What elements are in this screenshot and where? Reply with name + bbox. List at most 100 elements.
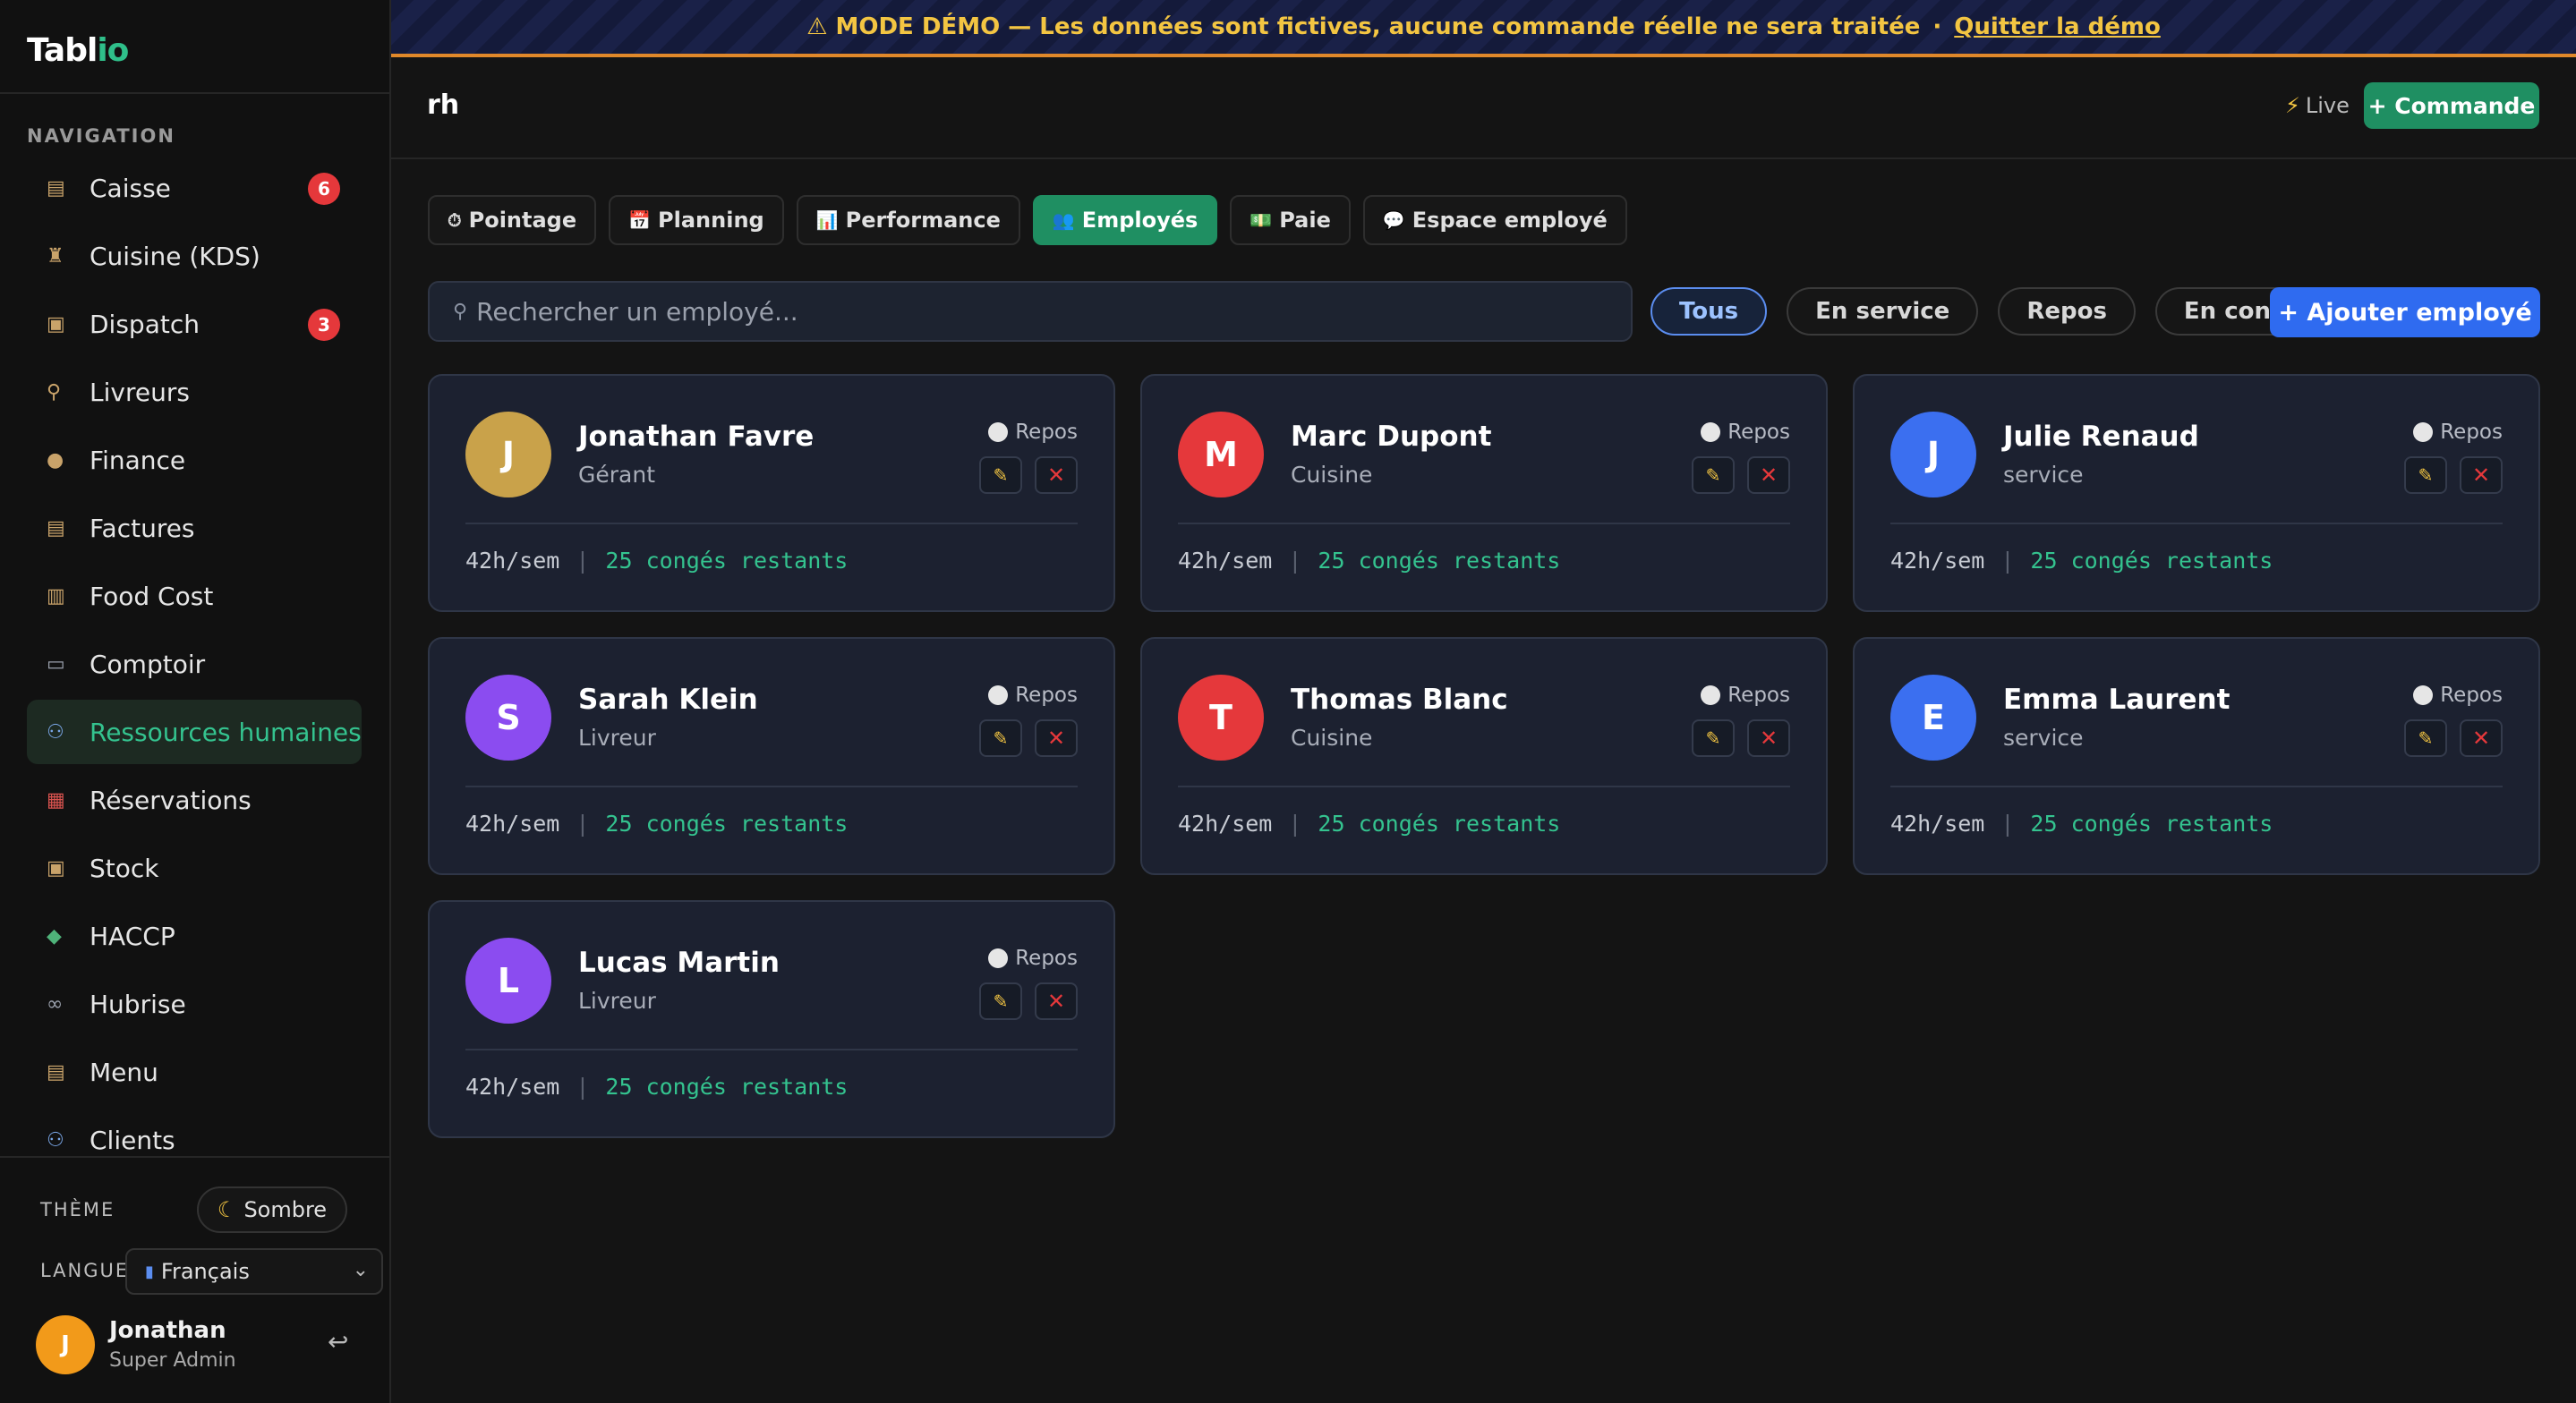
employee-card[interactable]: E Emma Laurent service Repos ✎ ✕ 42h/sem… xyxy=(1853,637,2540,875)
sidebar-item-label: Cuisine (KDS) xyxy=(90,241,260,271)
clipboard-icon: ▤ xyxy=(47,1060,65,1084)
sidebar-item-dispatch[interactable]: ▣ Dispatch 3 xyxy=(27,292,362,356)
edit-button[interactable]: ✎ xyxy=(979,719,1022,757)
sidebar-item-factures[interactable]: ▤ Factures xyxy=(27,496,362,560)
sidebar-item-label: Dispatch xyxy=(90,309,200,339)
logout-icon[interactable]: ↩ xyxy=(328,1327,348,1356)
sidebar-item-menu[interactable]: ▤ Menu xyxy=(27,1040,362,1104)
sidebar-item-comptoir[interactable]: ▭ Comptoir xyxy=(27,632,362,696)
sidebar-item-cuisine[interactable]: ♜ Cuisine (KDS) xyxy=(27,224,362,288)
employee-name: Marc Dupont xyxy=(1291,421,1492,453)
sidebar-item-caisse[interactable]: ▤ Caisse 6 xyxy=(27,156,362,220)
filter-en-service[interactable]: En service xyxy=(1787,287,1979,336)
edit-button[interactable]: ✎ xyxy=(2404,456,2447,494)
filter-repos[interactable]: Repos xyxy=(1998,287,2136,336)
filter-tous[interactable]: Tous xyxy=(1651,287,1768,336)
status-dot-icon xyxy=(2413,422,2434,442)
pencil-icon: ✎ xyxy=(1705,727,1721,749)
moneybag-icon: ● xyxy=(47,448,64,472)
status-badge: Repos xyxy=(2413,421,2503,444)
status-badge: Repos xyxy=(988,947,1078,970)
sidebar-item-label: Comptoir xyxy=(90,649,206,679)
quit-demo-link[interactable]: Quitter la démo xyxy=(1954,13,2161,40)
add-employee-button[interactable]: + Ajouter employé xyxy=(2270,287,2540,337)
theme-toggle-button[interactable]: ☾ Sombre xyxy=(197,1186,347,1233)
employee-role: Livreur xyxy=(578,988,656,1014)
close-icon: ✕ xyxy=(1046,726,1066,751)
separator: · xyxy=(1932,13,1942,40)
app-logo[interactable]: Tablio xyxy=(27,32,129,69)
sidebar-item-label: Clients xyxy=(90,1125,175,1153)
delete-button[interactable]: ✕ xyxy=(1747,456,1790,494)
employee-card[interactable]: S Sarah Klein Livreur Repos ✎ ✕ 42h/sem |… xyxy=(428,637,1115,875)
tab-label: Paie xyxy=(1279,208,1331,233)
divider xyxy=(465,786,1078,787)
status-dot-icon xyxy=(988,685,1009,705)
sidebar-item-haccp[interactable]: ◆ HACCP xyxy=(27,904,362,968)
sidebar-item-livreurs[interactable]: ⚲ Livreurs xyxy=(27,360,362,424)
language-select[interactable]: ▮ Français ⌄ xyxy=(125,1248,383,1295)
sidebar-item-finance[interactable]: ● Finance xyxy=(27,428,362,492)
edit-button[interactable]: ✎ xyxy=(1692,719,1735,757)
employee-card[interactable]: J Julie Renaud service Repos ✎ ✕ 42h/sem… xyxy=(1853,374,2540,612)
stopwatch-icon: ⏱ xyxy=(448,209,462,231)
tab-espace-employe[interactable]: 💬 Espace employé xyxy=(1362,195,1627,245)
sidebar-item-hubrise[interactable]: ∞ Hubrise xyxy=(27,972,362,1036)
new-command-button[interactable]: + Commande xyxy=(2364,82,2539,129)
people-icon: 👥 xyxy=(1052,209,1075,231)
employee-name: Thomas Blanc xyxy=(1291,684,1508,716)
edit-button[interactable]: ✎ xyxy=(979,456,1022,494)
delete-button[interactable]: ✕ xyxy=(1747,719,1790,757)
tab-label: Employés xyxy=(1081,208,1198,233)
moon-icon: ☾ xyxy=(217,1197,237,1222)
delete-button[interactable]: ✕ xyxy=(2460,456,2503,494)
avatar[interactable]: J xyxy=(36,1315,95,1374)
employee-card[interactable]: T Thomas Blanc Cuisine Repos ✎ ✕ 42h/sem… xyxy=(1140,637,1828,875)
page-header: rh ⚡ Live + Commande xyxy=(391,57,2576,159)
sidebar-item-label: Factures xyxy=(90,513,195,543)
employee-stats: 42h/sem | 25 congés restants xyxy=(1890,811,2273,837)
sidebar-item-ressources-humaines[interactable]: ⚇ Ressources humaines xyxy=(27,700,362,764)
employee-stats: 42h/sem | 25 congés restants xyxy=(465,548,849,574)
sidebar-item-food-cost[interactable]: ▥ Food Cost xyxy=(27,564,362,628)
employee-name: Lucas Martin xyxy=(578,947,780,979)
delete-button[interactable]: ✕ xyxy=(2460,719,2503,757)
edit-button[interactable]: ✎ xyxy=(1692,456,1735,494)
search-input[interactable]: ⚲ Rechercher un employé... xyxy=(428,281,1633,342)
tab-employes[interactable]: 👥 Employés xyxy=(1032,195,1218,245)
tab-bar: ⏱ Pointage 📅 Planning 📊 Performance 👥 Em… xyxy=(428,195,1627,245)
chevron-down-icon: ⌄ xyxy=(352,1259,369,1281)
close-icon: ✕ xyxy=(2471,726,2491,751)
tab-paie[interactable]: 💵 Paie xyxy=(1230,195,1351,245)
edit-button[interactable]: ✎ xyxy=(2404,719,2447,757)
divider xyxy=(1890,786,2503,787)
status-badge: Repos xyxy=(1701,421,1790,444)
tab-pointage[interactable]: ⏱ Pointage xyxy=(428,195,597,245)
employee-card[interactable]: L Lucas Martin Livreur Repos ✎ ✕ 42h/sem… xyxy=(428,900,1115,1138)
delete-button[interactable]: ✕ xyxy=(1035,719,1078,757)
language-value: Français xyxy=(160,1259,250,1284)
tab-performance[interactable]: 📊 Performance xyxy=(796,195,1020,245)
sidebar-item-clients[interactable]: ⚇ Clients xyxy=(27,1108,362,1153)
avatar: T xyxy=(1178,675,1264,761)
status-dot-icon xyxy=(2413,685,2434,705)
edit-button[interactable]: ✎ xyxy=(979,982,1022,1020)
banknote-icon: 💵 xyxy=(1250,209,1273,231)
sidebar-item-stock[interactable]: ▣ Stock xyxy=(27,836,362,900)
avatar: J xyxy=(1890,412,1976,497)
delete-button[interactable]: ✕ xyxy=(1035,456,1078,494)
delete-button[interactable]: ✕ xyxy=(1035,982,1078,1020)
employee-card[interactable]: M Marc Dupont Cuisine Repos ✎ ✕ 42h/sem |… xyxy=(1140,374,1828,612)
employee-role: service xyxy=(2003,725,2084,751)
close-icon: ✕ xyxy=(1759,463,1778,488)
chart-icon: 📊 xyxy=(815,209,839,231)
status-badge: Repos xyxy=(2413,684,2503,707)
language-label: LANGUE xyxy=(40,1260,130,1281)
divider xyxy=(1178,523,1790,524)
people-icon: ⚇ xyxy=(47,720,64,744)
sidebar-item-label: HACCP xyxy=(90,921,175,951)
sidebar-item-reservations[interactable]: ▦ Réservations xyxy=(27,768,362,832)
tab-planning[interactable]: 📅 Planning xyxy=(609,195,784,245)
close-icon: ✕ xyxy=(1046,989,1066,1014)
employee-card[interactable]: J Jonathan Favre Gérant Repos ✎ ✕ 42h/se… xyxy=(428,374,1115,612)
